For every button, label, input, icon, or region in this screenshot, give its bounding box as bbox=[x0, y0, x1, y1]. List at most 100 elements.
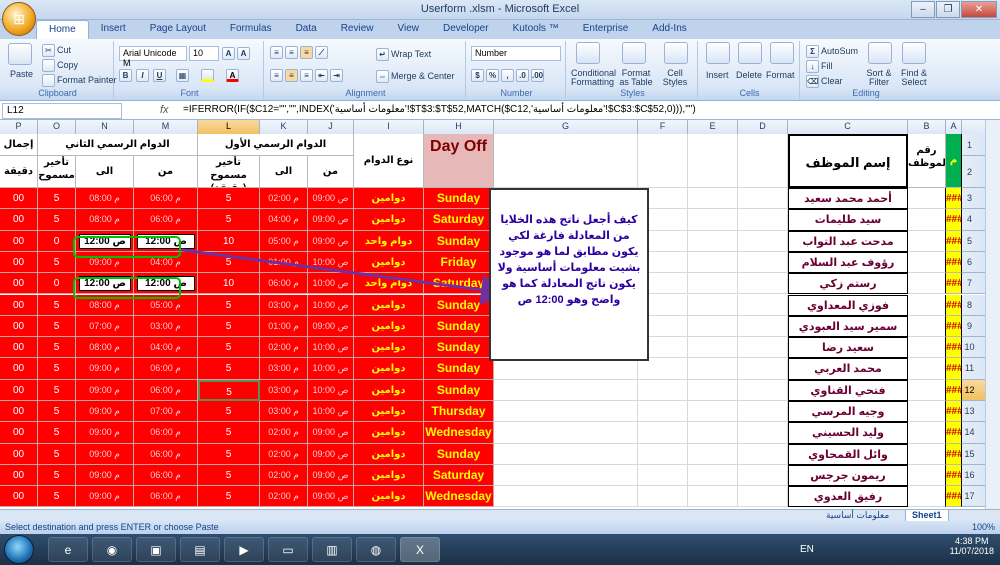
column-header-B[interactable]: B bbox=[908, 120, 946, 134]
cell-start1[interactable]: 09:00 ص bbox=[308, 486, 354, 508]
cell-start1[interactable]: 09:00 ص bbox=[308, 315, 354, 338]
header-allowed-delay-1[interactable]: تأخير مسموح (دقيقة) bbox=[198, 156, 260, 188]
formula-input[interactable]: =IFERROR(IF($C12="","",INDEX('معلومات أس… bbox=[183, 104, 696, 115]
cell-total[interactable]: 00 bbox=[0, 379, 38, 401]
cell-employee-no[interactable] bbox=[908, 315, 946, 338]
cell-employee-no[interactable] bbox=[908, 464, 946, 487]
restore-button[interactable]: ❐ bbox=[936, 1, 960, 18]
column-header-N[interactable]: N bbox=[76, 120, 134, 134]
cell-start1[interactable]: 10:00 ص bbox=[308, 401, 354, 423]
binoculars-icon[interactable] bbox=[902, 42, 926, 64]
cell-employee-name[interactable]: ريمون جرجس bbox=[788, 464, 908, 487]
cell-index[interactable]: ### bbox=[946, 188, 962, 210]
cell-delay1[interactable]: 5 bbox=[198, 358, 260, 380]
cell-start2[interactable]: 06:00 م bbox=[134, 486, 198, 508]
cut-button[interactable]: ✂ Cut bbox=[42, 44, 71, 57]
cell-start2[interactable]: 06:00 م bbox=[134, 443, 198, 465]
cell-start1[interactable]: 10:00 ص bbox=[308, 294, 354, 316]
column-header-K[interactable]: K bbox=[260, 120, 308, 134]
cell-E1[interactable] bbox=[688, 134, 738, 188]
cell-empty-D[interactable] bbox=[738, 188, 788, 210]
cell-employee-no[interactable] bbox=[908, 188, 946, 210]
cell-styles-button[interactable]: Cell Styles bbox=[660, 69, 690, 87]
tab-developer[interactable]: Developer bbox=[431, 20, 501, 39]
cell-start1[interactable]: 09:00 ص bbox=[308, 230, 354, 252]
cell-shift-type[interactable]: دوامين bbox=[354, 294, 424, 316]
cell-employee-name[interactable]: سمير سيد العبودي bbox=[788, 315, 908, 338]
bold-button[interactable]: B bbox=[119, 69, 134, 82]
cell-end2[interactable]: 09:00 م bbox=[76, 486, 134, 508]
cell-end1[interactable]: 01:00 م bbox=[260, 251, 308, 274]
sort-filter-button[interactable]: Sort & Filter bbox=[862, 69, 896, 87]
cell-total[interactable]: 00 bbox=[0, 273, 38, 295]
header-total[interactable]: إجمال bbox=[0, 134, 38, 156]
underline-button[interactable]: U bbox=[153, 69, 168, 82]
zoom-level[interactable]: 100% bbox=[972, 522, 995, 532]
cell-employee-name[interactable]: وائل القمحاوي bbox=[788, 443, 908, 465]
video-icon[interactable]: ▶ bbox=[224, 537, 264, 562]
fill-button[interactable]: ↓ Fill bbox=[806, 60, 833, 73]
cell-shift-type[interactable]: دوامين bbox=[354, 401, 424, 423]
cell-employee-no[interactable] bbox=[908, 209, 946, 231]
cell-start2[interactable]: 06:00 م bbox=[134, 188, 198, 210]
format-painter-button[interactable]: Format Painter bbox=[42, 74, 117, 87]
cell-empty-E[interactable] bbox=[688, 188, 738, 210]
cell-end2[interactable]: 08:00 م bbox=[76, 188, 134, 210]
cell-day-off[interactable]: Saturday bbox=[424, 273, 494, 295]
cell-index[interactable]: ### bbox=[946, 358, 962, 380]
cell-employee-no[interactable] bbox=[908, 443, 946, 465]
format-as-table-button[interactable]: Format as Table bbox=[618, 69, 654, 87]
cell-shift-type[interactable]: دوامين bbox=[354, 379, 424, 401]
format-cells-icon[interactable] bbox=[770, 42, 794, 64]
cell-empty-F[interactable] bbox=[638, 401, 688, 423]
ie-icon[interactable]: e bbox=[48, 537, 88, 562]
pdf-icon[interactable]: ▤ bbox=[180, 537, 220, 562]
media-icon[interactable]: ◉ bbox=[92, 537, 132, 562]
cell-styles-icon[interactable] bbox=[664, 42, 688, 64]
cell-end1[interactable]: 03:00 م bbox=[260, 401, 308, 423]
cell-total[interactable]: 00 bbox=[0, 358, 38, 380]
cell-index[interactable]: ### bbox=[946, 294, 962, 316]
cell-employee-name[interactable]: رؤوف عبد السلام bbox=[788, 251, 908, 274]
cell-total[interactable]: 00 bbox=[0, 251, 38, 274]
cell-shift-type[interactable]: دوامين bbox=[354, 486, 424, 508]
cell-empty-E[interactable] bbox=[688, 230, 738, 252]
cell-start1[interactable]: 09:00 ص bbox=[308, 209, 354, 231]
fx-icon[interactable]: fx bbox=[160, 104, 169, 116]
cell-index[interactable]: ### bbox=[946, 315, 962, 338]
cell-empty-D[interactable] bbox=[738, 379, 788, 401]
cell-employee-name[interactable]: فوزي المعداوي bbox=[788, 294, 908, 316]
header-to-2[interactable]: الى bbox=[76, 156, 134, 188]
cell-empty-E[interactable] bbox=[688, 422, 738, 444]
cell-day-off[interactable]: Friday bbox=[424, 251, 494, 274]
cell-empty-D[interactable] bbox=[738, 422, 788, 444]
cell-employee-name[interactable]: محمد العربي bbox=[788, 358, 908, 380]
cell-empty-F[interactable] bbox=[638, 358, 688, 380]
cell-empty-D[interactable] bbox=[738, 315, 788, 338]
cell-employee-no[interactable] bbox=[908, 401, 946, 423]
cell-delay1[interactable]: 5 bbox=[198, 379, 260, 401]
copy-button[interactable]: Copy bbox=[42, 59, 78, 72]
cell-day-off[interactable]: Sunday bbox=[424, 188, 494, 210]
cell-index[interactable]: ### bbox=[946, 443, 962, 465]
cell-start2[interactable]: 04:00 م bbox=[134, 337, 198, 359]
cell-shift-type[interactable]: دوامين bbox=[354, 443, 424, 465]
cell-total[interactable]: 00 bbox=[0, 443, 38, 465]
cell-employee-no[interactable] bbox=[908, 422, 946, 444]
cell-end1[interactable]: 05:00 م bbox=[260, 230, 308, 252]
cell-start1[interactable]: 10:00 ص bbox=[308, 251, 354, 274]
header-to-1[interactable]: الى bbox=[260, 156, 308, 188]
format-cells-button[interactable]: Format bbox=[766, 70, 795, 80]
cell-delay2[interactable]: 5 bbox=[38, 209, 76, 231]
cell-total[interactable]: 00 bbox=[0, 315, 38, 338]
cell-shift-type[interactable]: دوام واحد bbox=[354, 230, 424, 252]
cell-index[interactable]: ### bbox=[946, 422, 962, 444]
cell-empty-G[interactable] bbox=[494, 464, 638, 487]
cell-day-off[interactable]: Saturday bbox=[424, 464, 494, 487]
cell-total[interactable]: 00 bbox=[0, 486, 38, 508]
cell-shift-type[interactable]: دوام واحد bbox=[354, 273, 424, 295]
cell-empty-D[interactable] bbox=[738, 209, 788, 231]
cell-employee-no[interactable] bbox=[908, 273, 946, 295]
cell-F1[interactable] bbox=[638, 134, 688, 188]
header-from-2[interactable]: من bbox=[134, 156, 198, 188]
